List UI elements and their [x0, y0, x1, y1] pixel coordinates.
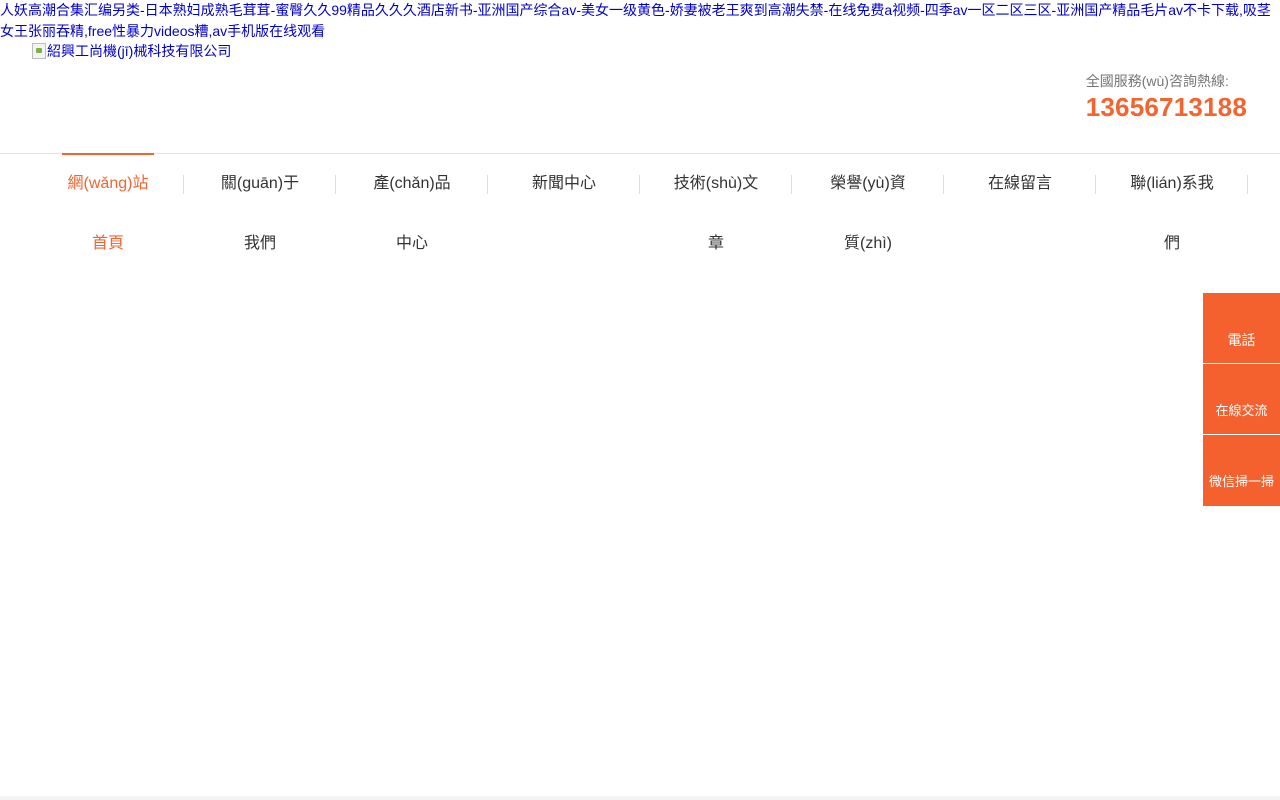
- nav-label: 產(chǎn)品: [373, 175, 451, 192]
- nav-item-home[interactable]: 網(wǎng)站 首頁: [32, 153, 184, 275]
- nav-item-honors[interactable]: 榮譽(yù)資 質(zhì): [792, 153, 944, 275]
- logo[interactable]: 紹興工尚機(jī)械科技有限公司: [32, 42, 231, 60]
- nav-item-about[interactable]: 關(guān)于 我們: [184, 153, 336, 275]
- nav-item-message[interactable]: 在線留言: [944, 153, 1096, 275]
- logo-alt-text: 紹興工尚機(jī)械科技有限公司: [47, 43, 232, 59]
- page: 人妖高潮合集汇编另类-日本熟妇成熟毛茸茸-蜜臀久久99精品久久久酒店新书-亚洲国…: [0, 0, 1280, 800]
- side-float-panel: 電話 在線交流 微信掃一掃: [1203, 293, 1280, 506]
- phone-button[interactable]: 電話: [1203, 293, 1280, 364]
- nav-label: 在線留言: [987, 175, 1052, 192]
- main-nav: 網(wǎng)站 首頁 關(guān)于 我們 產(chǎn)品 中心 新聞中心…: [32, 153, 1248, 275]
- hotline-number: 13656713188: [1085, 92, 1247, 122]
- active-indicator: [62, 153, 154, 155]
- broken-image-icon: [32, 43, 46, 59]
- service-hotline: 全國服務(wù)咨詢熱線: 13656713188: [1086, 72, 1247, 124]
- top-banner-link[interactable]: 人妖高潮合集汇编另类-日本熟妇成熟毛茸茸-蜜臀久久99精品久久久酒店新书-亚洲国…: [0, 0, 1276, 42]
- nav-label: 新聞中心: [531, 175, 596, 192]
- nav-label-wrap: 章: [707, 235, 724, 252]
- nav-label-wrap: 質(zhì): [843, 235, 892, 252]
- wechat-scan-button[interactable]: 微信掃一掃: [1203, 435, 1280, 506]
- nav-label: 榮譽(yù)資: [830, 175, 906, 192]
- nav-label: 聯(lián)系我: [1130, 175, 1214, 192]
- nav-label-wrap: 們: [1163, 235, 1180, 252]
- nav-label-wrap: 首頁: [91, 235, 124, 252]
- nav-item-news[interactable]: 新聞中心: [488, 153, 640, 275]
- nav-label-wrap: 中心: [395, 235, 428, 252]
- hotline-label: 全國服務(wù)咨詢熱線:: [1085, 73, 1229, 89]
- nav-label: 技術(shù)文: [673, 175, 759, 192]
- online-chat-button[interactable]: 在線交流: [1203, 364, 1280, 435]
- bottom-bar: [0, 796, 1280, 800]
- nav-separator: [1247, 175, 1248, 194]
- nav-label-wrap: 我們: [243, 235, 276, 252]
- nav-label: 網(wǎng)站: [67, 175, 149, 192]
- nav-item-contact[interactable]: 聯(lián)系我 們: [1096, 153, 1248, 275]
- nav-item-products[interactable]: 產(chǎn)品 中心: [336, 153, 488, 275]
- nav-label: 關(guān)于: [220, 175, 300, 192]
- nav-item-tech-articles[interactable]: 技術(shù)文 章: [640, 153, 792, 275]
